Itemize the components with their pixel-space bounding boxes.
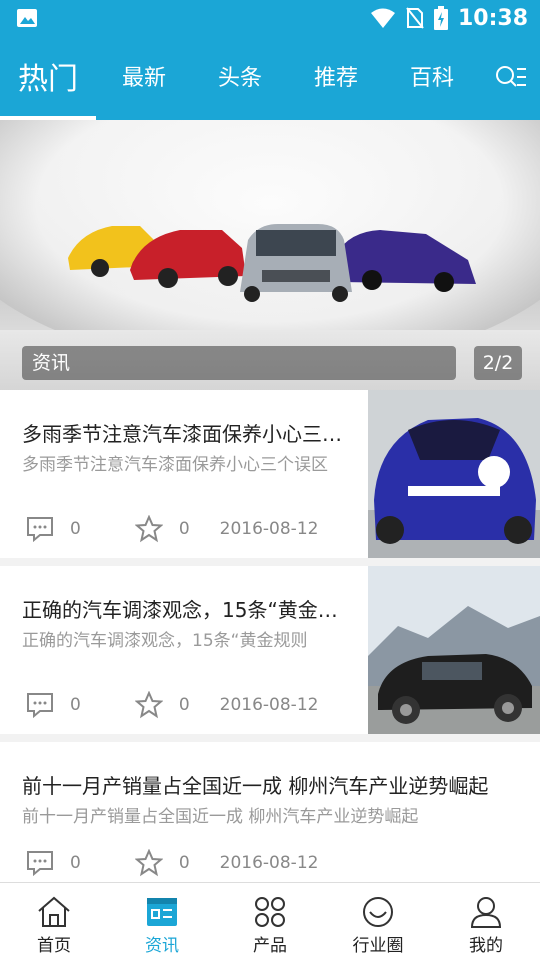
top-category-nav: 热门 最新 头条 推荐 百科 — [0, 36, 540, 120]
comment-icon[interactable] — [26, 850, 54, 876]
banner-page-counter: 2/2 — [474, 346, 522, 380]
favorite-star-icon[interactable] — [134, 849, 163, 877]
gallery-icon — [17, 9, 37, 27]
bottom-nav-label: 首页 — [37, 936, 71, 956]
news-summary: 前十一月产销量占全国近一成 柳州汽车产业逆势崛起 — [22, 807, 419, 827]
bottom-nav-industry-circle[interactable]: 行业圈 — [324, 883, 432, 961]
news-title: 正确的汽车调漆观念，15条“黄金… — [22, 598, 338, 622]
news-date: 2016-08-12 — [219, 695, 319, 715]
bottom-nav-label: 产品 — [253, 936, 287, 956]
tab-hot[interactable]: 热门 — [0, 36, 96, 116]
bottom-nav-label: 资讯 — [145, 936, 179, 956]
comment-icon[interactable] — [26, 692, 54, 718]
bottom-nav-label: 行业圈 — [352, 936, 404, 956]
favorite-star-icon[interactable] — [134, 691, 163, 719]
status-time: 10:38 — [457, 5, 528, 31]
favorite-count: 0 — [178, 695, 190, 715]
news-thumbnail — [368, 566, 540, 734]
news-thumbnail — [368, 390, 540, 558]
bottom-nav: 首页 资讯 产品 行业圈 我的 — [0, 882, 540, 961]
search-menu-icon[interactable] — [492, 60, 528, 96]
tab-headlines[interactable]: 头条 — [192, 36, 288, 116]
news-title: 多雨季节注意汽车漆面保养小心三… — [22, 422, 342, 446]
news-date: 2016-08-12 — [219, 519, 319, 539]
comment-count: 0 — [70, 695, 81, 715]
news-meta: 0 0 2016-08-12 — [26, 848, 318, 878]
user-icon — [470, 897, 502, 928]
no-sim-icon — [406, 7, 424, 29]
tab-latest[interactable]: 最新 — [96, 36, 192, 116]
news-date: 2016-08-12 — [219, 853, 319, 873]
favorite-count: 0 — [178, 519, 190, 539]
home-icon — [38, 896, 70, 927]
news-item[interactable]: 多雨季节注意汽车漆面保养小心三… 多雨季节注意汽车漆面保养小心三个误区 0 0 … — [0, 390, 540, 558]
comment-count: 0 — [70, 519, 81, 539]
news-icon — [147, 898, 177, 926]
wifi-icon — [370, 8, 395, 28]
favorite-star-icon[interactable] — [134, 515, 163, 543]
news-meta: 0 0 2016-08-12 — [26, 690, 318, 720]
bottom-nav-products[interactable]: 产品 — [216, 883, 324, 961]
bottom-nav-profile[interactable]: 我的 — [432, 883, 540, 961]
bottom-nav-news[interactable]: 资讯 — [108, 883, 216, 961]
bottom-nav-label: 我的 — [469, 936, 503, 956]
smile-icon — [363, 897, 393, 927]
status-bar: 10:38 — [0, 0, 540, 36]
news-summary: 正确的汽车调漆观念，15条“黄金规则 — [22, 631, 308, 651]
news-meta: 0 0 2016-08-12 — [26, 514, 318, 544]
banner-caption: 资讯 — [22, 346, 456, 380]
battery-icon — [433, 6, 448, 30]
comment-icon[interactable] — [26, 516, 54, 542]
tab-encyclopedia[interactable]: 百科 — [384, 36, 480, 116]
news-title: 前十一月产销量占全国近一成 柳州汽车产业逆势崛起 — [22, 774, 489, 798]
tab-recommended[interactable]: 推荐 — [288, 36, 384, 116]
news-item[interactable]: 前十一月产销量占全国近一成 柳州汽车产业逆势崛起 前十一月产销量占全国近一成 柳… — [0, 742, 540, 882]
comment-count: 0 — [70, 853, 81, 873]
products-icon — [255, 897, 285, 927]
news-item[interactable]: 正确的汽车调漆观念，15条“黄金… 正确的汽车调漆观念，15条“黄金规则 0 0… — [0, 566, 540, 734]
favorite-count: 0 — [178, 853, 190, 873]
news-summary: 多雨季节注意汽车漆面保养小心三个误区 — [22, 455, 328, 475]
bottom-nav-home[interactable]: 首页 — [0, 883, 108, 961]
